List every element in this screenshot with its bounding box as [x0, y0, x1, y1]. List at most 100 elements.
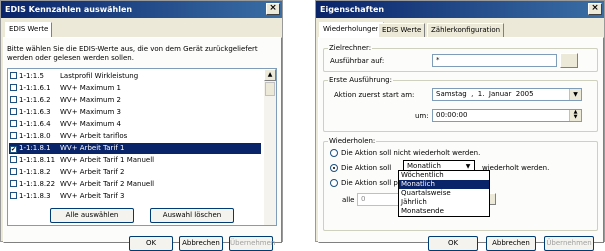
list-scrollbar[interactable]: ▲ [264, 69, 276, 225]
chevron-down-icon[interactable]: ▼ [569, 89, 581, 100]
list-item[interactable]: ✔ 1-1:1.8.1 WV+ Arbeit Tarif 1 [9, 143, 261, 154]
target-computer-group: Zielrechner: Ausführbar auf: * [323, 44, 598, 72]
item-code: 1-1:1.6.3 [19, 108, 51, 116]
dropdown-option[interactable]: Wöchentlich [399, 171, 489, 180]
repeat-interval-dropdown[interactable]: Wöchentlich Monatlich Quartalsweise Jährlic… [398, 170, 490, 217]
start-time-value: 00:00:00 [436, 111, 468, 119]
repeat-tab-panel: Zielrechner: Ausführbar auf: * Erste Aus… [318, 37, 604, 243]
edis-value-list[interactable]: 1-1:1.5 Lastprofil Wirkleistung 1-1:1.6.1 W… [7, 68, 277, 226]
item-code: 1-1:1.8.0 [19, 132, 51, 140]
executable-on-label: Ausführbar auf: [330, 57, 385, 65]
cancel-button[interactable]: Abbrechen [179, 236, 223, 251]
tab-wiederholungen[interactable]: Wiederholungen [319, 22, 385, 38]
select-all-button[interactable]: Alle auswählen [50, 208, 134, 223]
apply-button[interactable]: Übernehmen [544, 236, 594, 251]
item-code: 1-1:1.8.3 [19, 192, 51, 200]
item-label: WV+ Maximum 3 [60, 108, 121, 116]
item-code: 1-1:1.6.2 [19, 96, 51, 104]
checkbox[interactable] [10, 108, 17, 115]
list-item[interactable]: 1-1:1.8.2 WV+ Arbeit Tarif 2 [10, 167, 125, 178]
checkbox[interactable] [10, 180, 17, 187]
ok-button[interactable]: OK [129, 236, 173, 251]
close-icon[interactable]: × [266, 3, 280, 15]
checkbox[interactable] [10, 192, 17, 199]
target-computer-group-label: Zielrechner: [328, 44, 373, 53]
item-label: WV+ Arbeit Tarif 1 [60, 144, 125, 152]
first-execution-group-label: Erste Ausführung: [328, 76, 393, 85]
scroll-up-button[interactable]: ▲ [264, 69, 276, 81]
list-item[interactable]: 1-1:1.6.2 WV+ Maximum 2 [10, 95, 121, 106]
start-time-input[interactable]: 00:00:00 ▲ ▼ [432, 109, 582, 122]
every-label: alle [342, 196, 355, 204]
spin-down-icon: ▼ [573, 114, 578, 120]
item-label: WV+ Maximum 4 [60, 120, 121, 128]
item-code: 1-1:1.6.1 [19, 84, 51, 92]
edis-dialog-titlebar: EDIS Kennzahlen auswählen [1, 1, 282, 18]
cancel-button[interactable]: Abbrechen [486, 236, 536, 251]
checkbox[interactable] [10, 132, 17, 139]
tab-edis-werte[interactable]: EDIS Werte [5, 22, 53, 38]
start-date-picker[interactable]: Samstag , 1. Januar 2005 ▼ [432, 88, 582, 101]
item-label: WV+ Arbeit Tarif 2 Manuell [60, 180, 155, 188]
item-label: WV+ Arbeit tariflos [60, 132, 128, 140]
edis-dialog: EDIS Kennzahlen auswählen × EDIS Werte B… [0, 0, 283, 251]
list-item[interactable]: 1-1:1.8.22 WV+ Arbeit Tarif 2 Manuell [10, 179, 154, 190]
radio-periodic[interactable] [330, 179, 338, 187]
item-code: 1-1:1.6.4 [19, 120, 51, 128]
radio-repeat[interactable] [330, 164, 338, 172]
list-item[interactable]: 1-1:1.5 Lastprofil Wirkleistung [10, 71, 138, 82]
close-icon[interactable]: × [588, 3, 602, 15]
dropdown-option[interactable]: Monatsende [399, 207, 489, 216]
item-label: Lastprofil Wirkleistung [60, 72, 139, 80]
first-execution-group: Erste Ausführung: Aktion zuerst start am… [323, 76, 598, 132]
edis-tab-panel: Bitte wählen Sie die EDIS-Werte aus, die… [3, 37, 282, 243]
properties-dialog: Eigenschaften × Wiederholungen EDIS Wert… [315, 0, 605, 251]
properties-dialog-title: Eigenschaften [320, 5, 385, 14]
scroll-thumb[interactable] [265, 82, 275, 96]
list-item[interactable]: 1-1:1.8.3 WV+ Arbeit Tarif 3 [10, 191, 125, 202]
list-item[interactable]: 1-1:1.6.1 WV+ Maximum 1 [10, 83, 121, 94]
list-item[interactable]: 1-1:1.8.11 WV+ Arbeit Tarif 1 Manuell [10, 155, 154, 166]
browse-button[interactable] [560, 53, 578, 68]
ok-button[interactable]: OK [428, 236, 478, 251]
item-label: WV+ Maximum 2 [60, 96, 121, 104]
tab-edis-werte[interactable]: EDIS Werte [378, 23, 426, 38]
item-code: 1-1:1.8.11 [19, 156, 56, 164]
repeat-suffix-label: wiederholt werden. [482, 164, 550, 172]
arrow-up-icon: ▲ [267, 71, 273, 78]
dropdown-option[interactable]: Monatlich [399, 180, 489, 189]
radio-no-repeat[interactable] [330, 149, 338, 157]
item-code: 1-1:1.5 [19, 72, 44, 80]
dropdown-option[interactable]: Quartalsweise [399, 189, 489, 198]
checkbox[interactable] [10, 72, 17, 79]
start-time-label: um: [415, 112, 429, 120]
apply-button[interactable]: Übernehmen [229, 236, 275, 251]
repeat-interval-value: Monatlich [407, 162, 441, 170]
checkbox[interactable] [10, 120, 17, 127]
clear-selection-button[interactable]: Auswahl löschen [150, 208, 234, 223]
properties-dialog-titlebar: Eigenschaften [316, 1, 604, 18]
list-item[interactable]: 1-1:1.6.3 WV+ Maximum 3 [10, 107, 121, 118]
executable-on-input[interactable]: * [432, 54, 557, 67]
list-item[interactable]: 1-1:1.6.4 WV+ Maximum 4 [10, 119, 121, 130]
edis-dialog-title: EDIS Kennzahlen auswählen [5, 5, 133, 14]
item-label: WV+ Arbeit Tarif 2 [60, 168, 125, 176]
start-date-label: Aktion zuerst start am: [334, 91, 415, 99]
instruction-line-2: werden oder gelesen werden sollen. [7, 54, 134, 62]
item-code: 1-1:1.8.22 [19, 180, 56, 188]
checkbox[interactable] [10, 156, 17, 163]
repeat-group-label: Wiederholen: [328, 137, 377, 146]
tab-zaehlerkonfiguration[interactable]: Zählerkonfiguration [427, 23, 505, 38]
radio-repeat-label: Die Aktion soll [341, 164, 392, 172]
checkbox[interactable] [10, 84, 17, 91]
spin-icon[interactable]: ▲ ▼ [569, 110, 581, 121]
radio-no-repeat-label: Die Aktion soll nicht wiederholt werden. [341, 149, 481, 157]
list-item[interactable]: 1-1:1.8.0 WV+ Arbeit tariflos [10, 131, 127, 142]
start-date-value: Samstag , 1. Januar 2005 [436, 90, 534, 98]
checkbox[interactable] [10, 168, 17, 175]
checkbox[interactable]: ✔ [10, 146, 17, 153]
item-code: 1-1:1.8.2 [19, 168, 51, 176]
checkbox[interactable] [10, 96, 17, 103]
dropdown-option[interactable]: Jährlich [399, 198, 489, 207]
item-code: 1-1:1.8.1 [19, 144, 51, 152]
